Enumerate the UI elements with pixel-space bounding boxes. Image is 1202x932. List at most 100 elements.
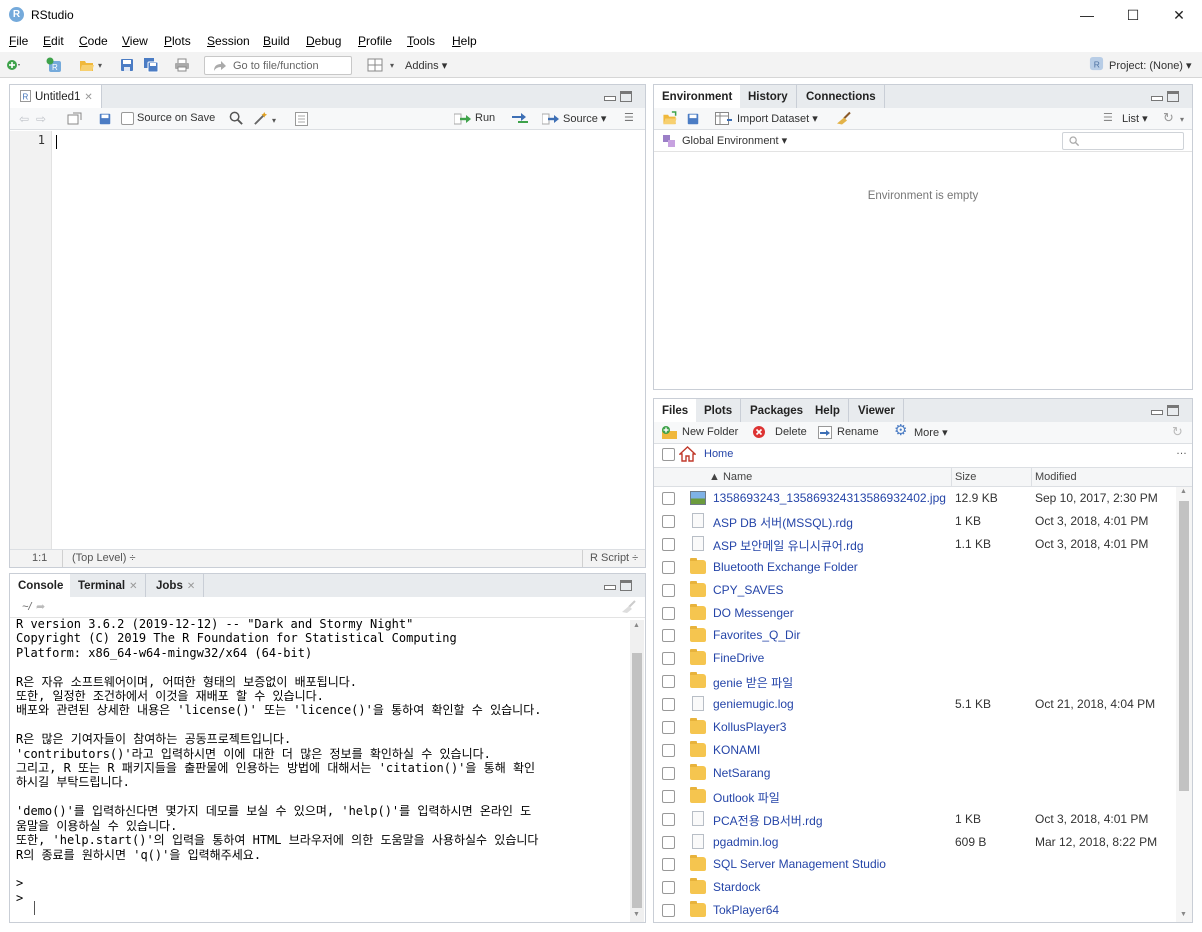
file-row[interactable]: PCA전용 DB서버.rdg 1 KB Oct 3, 2018, 4:01 PM bbox=[654, 808, 1176, 831]
rename-icon[interactable] bbox=[818, 426, 833, 439]
close-button[interactable]: ✕ bbox=[1156, 0, 1202, 30]
file-row[interactable]: SQL Server Management Studio bbox=[654, 853, 1176, 876]
refresh-icon[interactable]: ↻ bbox=[1172, 425, 1183, 439]
minimize-pane-icon[interactable] bbox=[604, 96, 616, 101]
run-button[interactable]: Run bbox=[475, 112, 495, 124]
column-modified[interactable]: Modified bbox=[1035, 471, 1077, 483]
file-row[interactable]: DO Messenger bbox=[654, 602, 1176, 625]
file-name-link[interactable]: Stardock bbox=[713, 880, 760, 894]
import-dataset-button[interactable]: Import Dataset ▾ bbox=[737, 112, 818, 125]
file-name-link[interactable]: geniemugic.log bbox=[713, 697, 794, 711]
tab-help[interactable]: Help bbox=[807, 399, 849, 423]
menu-debug[interactable]: Debug bbox=[306, 34, 341, 48]
goto-file-function-input[interactable]: Go to file/function bbox=[204, 56, 352, 75]
source-minmax[interactable] bbox=[604, 91, 634, 103]
minimize-pane-icon[interactable] bbox=[1151, 410, 1163, 415]
rename-button[interactable]: Rename bbox=[837, 426, 879, 438]
menu-tools[interactable]: Tools bbox=[407, 34, 435, 48]
show-in-window-icon[interactable] bbox=[67, 112, 82, 126]
minimize-pane-icon[interactable] bbox=[1151, 96, 1163, 101]
file-name-link[interactable]: NetSarang bbox=[713, 766, 770, 780]
env-search-input[interactable] bbox=[1062, 132, 1184, 150]
file-checkbox[interactable] bbox=[662, 606, 675, 620]
file-row[interactable]: geniemugic.log 5.1 KB Oct 21, 2018, 4:04 P… bbox=[654, 693, 1176, 716]
column-name[interactable]: ▲ Name bbox=[709, 471, 752, 483]
delete-icon[interactable] bbox=[752, 425, 766, 439]
file-row[interactable]: FineDrive bbox=[654, 647, 1176, 670]
file-checkbox[interactable] bbox=[662, 560, 675, 574]
workspace-panes-icon[interactable] bbox=[367, 57, 383, 73]
file-checkbox[interactable] bbox=[662, 514, 675, 528]
menu-edit[interactable]: Edit bbox=[43, 34, 64, 48]
maximize-pane-icon[interactable] bbox=[620, 580, 632, 591]
file-row[interactable]: ASP 보안메일 유니시큐어.rdg 1.1 KB Oct 3, 2018, 4:0… bbox=[654, 533, 1176, 556]
file-checkbox[interactable] bbox=[662, 698, 675, 712]
file-name-link[interactable]: genie 받은 파일 bbox=[713, 674, 793, 691]
maximize-pane-icon[interactable] bbox=[1167, 405, 1179, 416]
source-icon[interactable] bbox=[542, 113, 560, 125]
tab-viewer[interactable]: Viewer bbox=[850, 399, 904, 423]
file-row[interactable]: Bluetooth Exchange Folder bbox=[654, 556, 1176, 579]
tab-environment[interactable]: Environment bbox=[654, 85, 742, 110]
more-button[interactable]: More ▾ bbox=[914, 426, 948, 439]
scroll-up-icon[interactable]: ▲ bbox=[1180, 488, 1187, 495]
file-name-link[interactable]: TokPlayer64 bbox=[713, 903, 779, 917]
files-scrollbar[interactable]: ▲ ▼ bbox=[1176, 487, 1192, 922]
scroll-down-icon[interactable]: ▼ bbox=[1180, 911, 1187, 918]
console-scroll-thumb[interactable] bbox=[632, 653, 642, 908]
go-to-directory-icon[interactable]: ➦ bbox=[36, 600, 45, 614]
file-row[interactable]: pgadmin.log 609 B Mar 12, 2018, 8:22 PM bbox=[654, 831, 1176, 854]
menu-code[interactable]: Code bbox=[79, 34, 108, 48]
save-workspace-icon[interactable] bbox=[686, 112, 700, 126]
file-row[interactable]: KollusPlayer3 bbox=[654, 716, 1176, 739]
file-name-link[interactable]: ASP 보안메일 유니시큐어.rdg bbox=[713, 537, 864, 554]
save-icon[interactable] bbox=[119, 57, 135, 73]
file-row[interactable]: KONAMI bbox=[654, 739, 1176, 762]
scope-selector[interactable]: (Top Level) ÷ bbox=[72, 552, 136, 564]
load-workspace-icon[interactable] bbox=[661, 111, 679, 126]
more-gear-icon[interactable]: ⚙ bbox=[894, 423, 907, 438]
tab-connections[interactable]: Connections bbox=[798, 85, 885, 109]
file-row[interactable]: 1358693243_13586932431358693240​2.jpg 12.… bbox=[654, 487, 1176, 510]
import-dataset-icon[interactable] bbox=[715, 112, 733, 126]
file-name-link[interactable]: KollusPlayer3 bbox=[713, 720, 786, 734]
file-row[interactable]: genie 받은 파일 bbox=[654, 670, 1176, 693]
addins-button[interactable]: Addins ▾ bbox=[405, 59, 447, 72]
console-scrollbar[interactable]: ▲ ▼ bbox=[630, 620, 644, 922]
menu-help[interactable]: Help bbox=[452, 34, 477, 48]
code-tools-dropdown-icon[interactable]: ▾ bbox=[272, 114, 276, 128]
go-to-directory-button[interactable]: … bbox=[1176, 445, 1187, 457]
search-icon[interactable] bbox=[229, 111, 244, 126]
file-name-link[interactable]: KONAMI bbox=[713, 743, 760, 757]
file-checkbox[interactable] bbox=[662, 675, 675, 689]
rerun-icon[interactable] bbox=[511, 112, 529, 126]
global-environment-selector[interactable]: Global Environment ▾ bbox=[682, 134, 787, 147]
file-name-link[interactable]: PCA전용 DB서버.rdg bbox=[713, 812, 823, 829]
save-file-icon[interactable] bbox=[98, 112, 112, 126]
files-scroll-thumb[interactable] bbox=[1179, 501, 1189, 791]
file-name-link[interactable]: CPY_SAVES bbox=[713, 583, 783, 597]
file-checkbox[interactable] bbox=[662, 789, 675, 803]
file-row[interactable]: Outlook 파일 bbox=[654, 785, 1176, 808]
forward-icon[interactable]: ⇨ bbox=[36, 112, 46, 126]
tab-plots[interactable]: Plots bbox=[696, 399, 742, 423]
new-project-icon[interactable]: R bbox=[46, 57, 62, 73]
file-name-link[interactable]: ASP DB 서버(MSSQL).rdg bbox=[713, 514, 853, 531]
console-output[interactable]: R version 3.6.2 (2019-12-12) -- "Dark an… bbox=[16, 617, 628, 915]
file-checkbox[interactable] bbox=[662, 721, 675, 734]
menu-view[interactable]: View bbox=[122, 34, 148, 48]
column-size[interactable]: Size bbox=[955, 471, 976, 483]
file-checkbox[interactable] bbox=[662, 812, 675, 826]
minimize-pane-icon[interactable] bbox=[604, 585, 616, 590]
file-name-link[interactable]: pgadmin.log bbox=[713, 835, 778, 849]
new-folder-icon[interactable] bbox=[661, 425, 679, 440]
file-checkbox[interactable] bbox=[662, 743, 675, 757]
breadcrumb-home[interactable]: Home bbox=[704, 448, 733, 460]
new-file-icon[interactable] bbox=[6, 57, 22, 73]
close-tab-icon[interactable]: ✕ bbox=[129, 581, 137, 592]
file-checkbox[interactable] bbox=[662, 537, 675, 551]
document-outline-icon[interactable]: ☰ bbox=[624, 111, 634, 125]
back-icon[interactable]: ⇦ bbox=[19, 112, 29, 126]
minimize-button[interactable]: — bbox=[1064, 0, 1110, 30]
close-tab-icon[interactable]: ✕ bbox=[187, 581, 195, 592]
